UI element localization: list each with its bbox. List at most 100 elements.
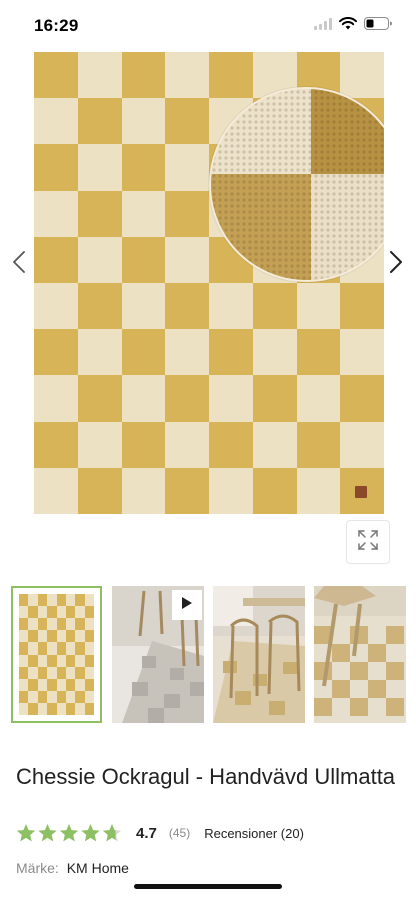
rug-square — [296, 421, 341, 468]
rug-square — [34, 190, 78, 237]
rug-square — [19, 666, 29, 679]
rug-square — [121, 98, 166, 145]
rug-square — [65, 678, 76, 691]
rug-square — [47, 606, 57, 619]
rug-square — [37, 690, 48, 703]
rug-square — [340, 421, 384, 468]
rug-square — [296, 329, 341, 376]
expand-icon — [357, 529, 379, 556]
rug-square — [209, 421, 253, 468]
rug-square — [77, 283, 122, 330]
rug-square — [19, 618, 29, 631]
rug-square — [77, 144, 122, 191]
chevron-left-icon — [12, 250, 26, 279]
rug-square — [34, 236, 78, 283]
rug-square — [37, 594, 48, 607]
thumbnail-strip — [0, 586, 416, 724]
rug-square — [84, 630, 94, 643]
rug-square — [84, 642, 94, 655]
rug-square — [34, 329, 78, 376]
rug-square — [165, 144, 209, 191]
rug-square — [77, 467, 122, 514]
rug-square — [37, 618, 48, 631]
rug-square — [37, 678, 48, 691]
rug-square — [165, 283, 209, 330]
star-half-icon — [102, 824, 122, 842]
rug-square — [56, 606, 66, 619]
rug-square — [34, 467, 78, 514]
rug-square — [121, 421, 166, 468]
rug-square — [77, 52, 122, 99]
star-icon — [16, 824, 36, 842]
rug-square — [84, 594, 94, 607]
rug-square — [121, 52, 166, 99]
fullscreen-button[interactable] — [346, 520, 390, 564]
rating-stars — [16, 823, 124, 843]
rug-square — [84, 702, 94, 715]
rug-square — [165, 375, 209, 422]
rug-square — [77, 190, 122, 237]
rug-square — [340, 283, 384, 330]
rug-square — [47, 630, 57, 643]
rug-square — [56, 654, 66, 667]
rug-square — [47, 654, 57, 667]
rug-square — [209, 467, 253, 514]
rug-square — [19, 654, 29, 667]
status-bar: 16:29 — [0, 0, 416, 52]
rug-square — [296, 283, 341, 330]
rug-square — [209, 283, 253, 330]
next-image-button[interactable] — [381, 244, 411, 284]
reviews-link[interactable]: Recensioner (20) — [204, 826, 304, 841]
rug-square — [84, 654, 94, 667]
rating-row[interactable]: 4.7 (45) Recensioner (20) — [16, 822, 304, 844]
home-indicator — [134, 884, 282, 889]
rug-square — [37, 702, 48, 715]
rug-square — [75, 630, 85, 643]
product-gallery — [0, 52, 416, 572]
play-icon — [181, 596, 193, 615]
rug-square — [165, 329, 209, 376]
thumbnail-rug-closeup-chair[interactable] — [314, 586, 406, 723]
rug-square — [19, 594, 29, 607]
rug-square — [209, 375, 253, 422]
brand-link[interactable]: KM Home — [67, 860, 129, 876]
rug-square — [37, 642, 48, 655]
rug-square — [75, 594, 85, 607]
play-video-button[interactable] — [172, 590, 202, 620]
rug-square — [165, 467, 209, 514]
prev-image-button[interactable] — [4, 244, 34, 284]
rug-square — [37, 654, 48, 667]
star-icon — [81, 824, 100, 842]
rug-square — [47, 690, 57, 703]
thumbnail-rug-overview[interactable] — [11, 586, 102, 723]
rug-square — [340, 375, 384, 422]
rug-square — [56, 666, 66, 679]
rug-square — [34, 375, 78, 422]
rug-square — [340, 329, 384, 376]
star-icon — [59, 824, 79, 842]
rug-square — [84, 666, 94, 679]
rug-square — [121, 283, 166, 330]
rug-square — [165, 421, 209, 468]
rug-square — [165, 190, 209, 237]
rug-square — [121, 375, 166, 422]
rug-square — [209, 329, 253, 376]
main-product-image[interactable] — [34, 52, 384, 514]
thumbnail-dining-room-chairs[interactable] — [213, 586, 305, 723]
rug-square — [65, 594, 76, 607]
rug-square — [56, 642, 66, 655]
rug-square — [34, 283, 78, 330]
rug-square — [28, 654, 38, 667]
rug-square — [47, 642, 57, 655]
rug-square — [84, 606, 94, 619]
rug-square — [165, 236, 209, 283]
rug-square — [84, 690, 94, 703]
brand-label: Märke: — [16, 860, 59, 876]
rug-square — [65, 702, 76, 715]
rug-square — [34, 98, 78, 145]
rug-square — [56, 618, 66, 631]
star-icon — [38, 824, 57, 842]
thumbnail-dining-room-video[interactable] — [112, 586, 204, 723]
rug-square — [19, 702, 29, 715]
rug-square — [252, 421, 297, 468]
